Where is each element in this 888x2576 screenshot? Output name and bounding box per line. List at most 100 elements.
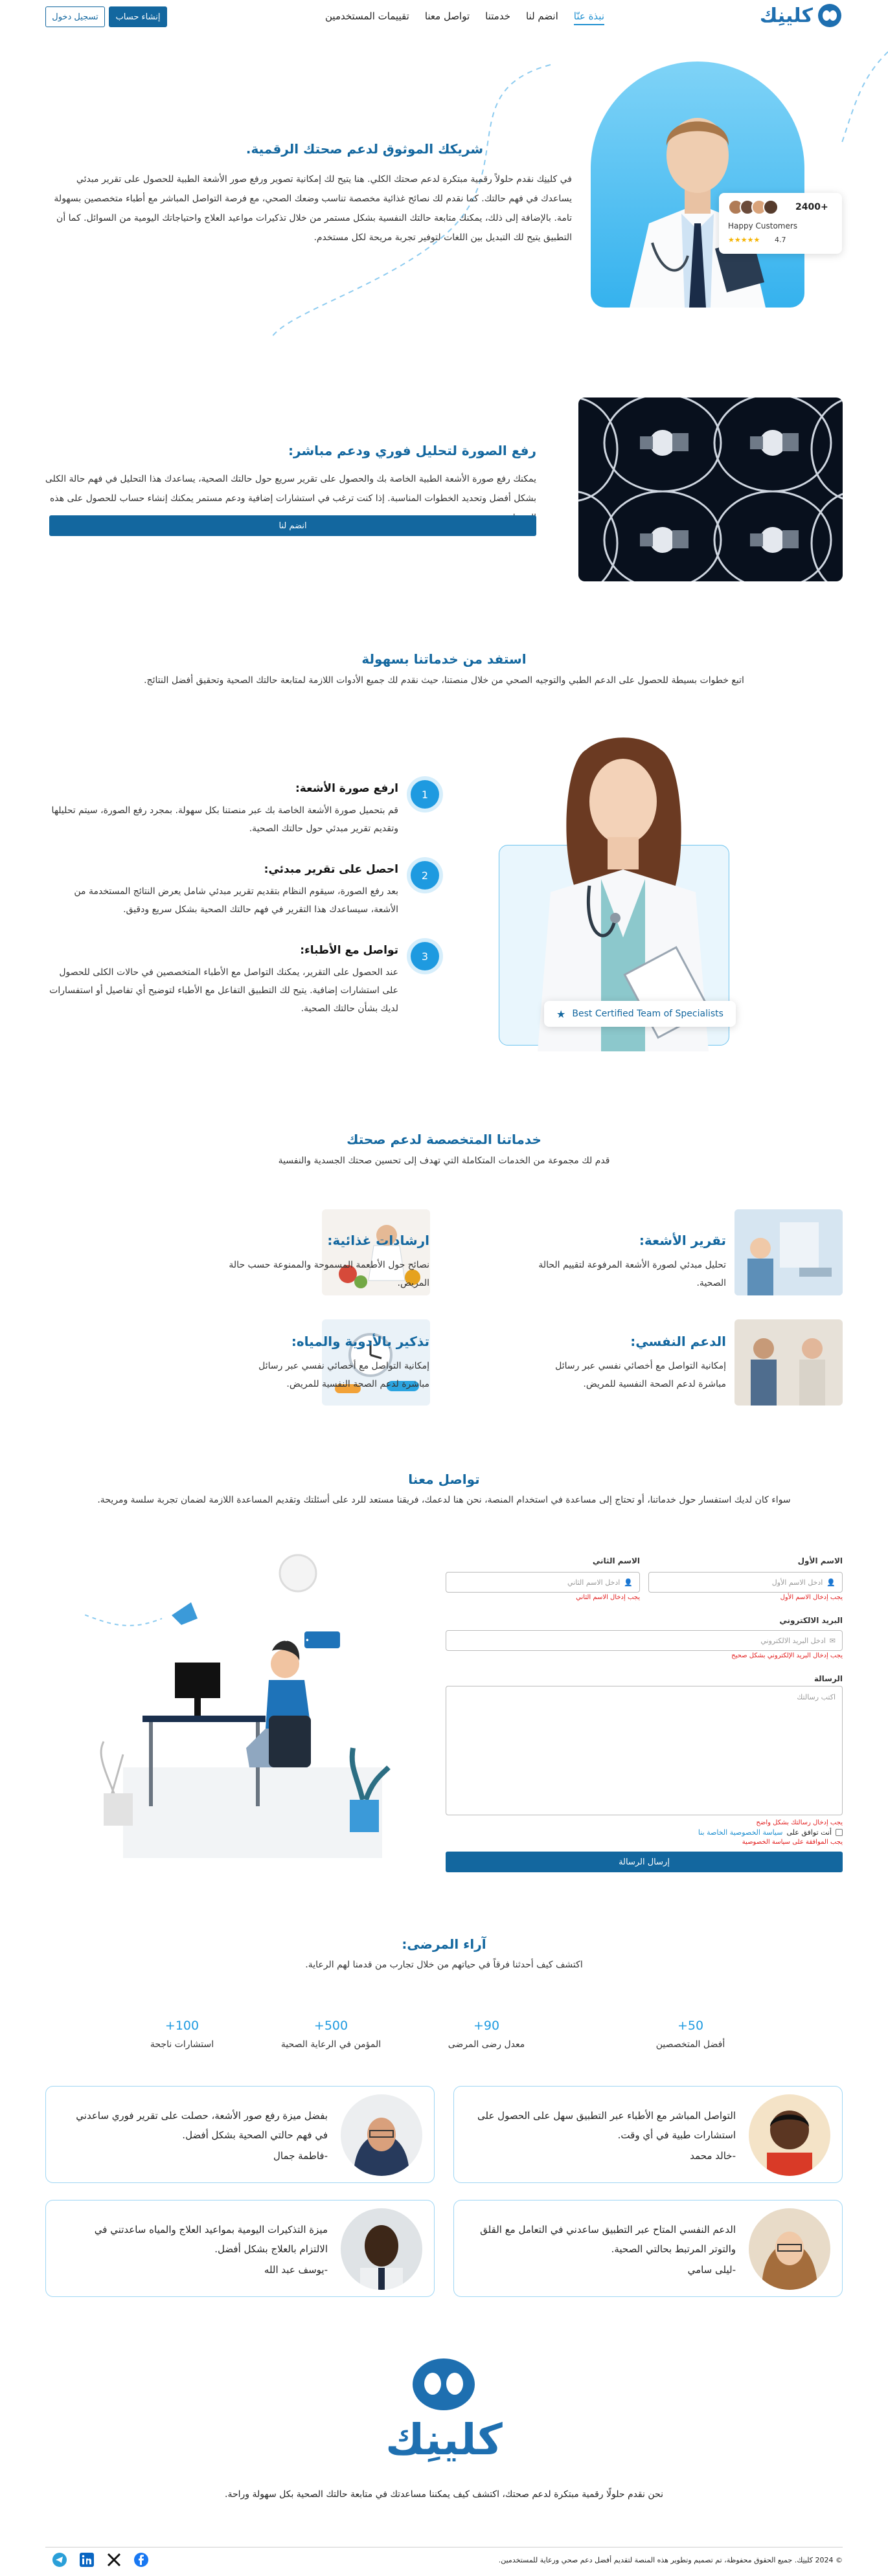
contact-title: تواصل معنا [408, 1472, 480, 1487]
badge-rating: 4.7 [775, 236, 786, 244]
nav-reviews[interactable]: تقييمات المستخدمين [325, 10, 409, 25]
contact-subtitle: سواء كان لديك استفسار حول خدماتنا، أو تح… [97, 1495, 791, 1505]
message-label: الرسالة [814, 1674, 843, 1683]
testimonial-card: ميزة التذكيرات اليومية بمواعيد العلاج وا… [45, 2200, 435, 2297]
testimonial-quote: الدعم النفسي المتاح عبر التطبيق ساعدني ف… [480, 2224, 736, 2255]
testimonial-name: -خالد محمد [690, 2150, 736, 2162]
xray-service-image [734, 1209, 843, 1295]
step-1-body: قم بتحميل صورة الأشعة الخاصة بك عبر منصت… [51, 805, 398, 834]
email-error: يجب إدخال البريد الإلكتروني بشكل صحيح [731, 1652, 843, 1659]
office-illustration: • • • • [77, 1554, 391, 1858]
mri-scan-illustration [578, 398, 843, 581]
stat-item: 100+ استشارات ناجحة [150, 2019, 214, 2050]
testimonial-card: الدعم النفسي المتاح عبر التطبيق ساعدني ف… [453, 2200, 843, 2297]
testimonial-card: بفضل ميزة رفع صور الأشعة، حصلت على تقرير… [45, 2086, 435, 2183]
step-1-title: ارفع صورة الأشعة: [295, 782, 398, 795]
logo-text: كلينِك [759, 4, 813, 27]
service-nutrition-title: ارشادات غذائية: [327, 1233, 429, 1248]
steps-subtitle: اتبع خطوات بسيطة للحصول على الدعم الطبي … [144, 675, 744, 686]
avatar [749, 2208, 830, 2290]
nav-about[interactable]: نبذة عنّا [573, 10, 604, 25]
stat-item: 90+ معدل رضى المرضى [448, 2019, 525, 2050]
service-psych-title: الدعم النفسي: [630, 1334, 726, 1349]
testimonial-name: -ليلى سامي [687, 2264, 736, 2276]
email-field[interactable]: ✉ ادخل البريد الالكتروني [446, 1630, 843, 1651]
nav-services[interactable]: خدمتنا [485, 10, 510, 25]
footer-logo-text: كلينِك [385, 2415, 503, 2465]
step-1-number: 1 [411, 780, 439, 809]
step-3-number: 3 [411, 942, 439, 970]
nav-join[interactable]: انضم لنا [526, 10, 558, 25]
upload-title: رفع الصورة لتحليل فوري ودعم مباشر: [288, 443, 536, 458]
privacy-link[interactable]: سياسة الخصوصية الخاصة بنا [698, 1828, 783, 1837]
step-2-number: 2 [411, 861, 439, 890]
join-us-button[interactable]: انضم لنا [49, 515, 536, 536]
privacy-checkbox[interactable] [836, 1829, 843, 1836]
service-psych-body: إمكانية التواصل مع أخصائي نفسي عبر رسائل… [555, 1361, 726, 1389]
customer-avatars [728, 199, 779, 215]
user-icon: 👤 [624, 1578, 633, 1587]
message-field[interactable]: اكتب رسالتك [446, 1686, 843, 1815]
testimonial-name: -فاطمة جمال [273, 2150, 328, 2162]
footer-tagline: نحن نقدم حلولًا رقمية مبتكرة لدعم صحتك، … [225, 2489, 663, 2500]
footer-divider [45, 2547, 843, 2548]
hero-title: شريكك الموثوق لدعم صحتك الرقمية. [245, 141, 483, 157]
first-name-error: يجب إدخال الاسم الأول [780, 1594, 843, 1601]
footer-logo-icon [413, 2358, 475, 2410]
privacy-agreement: أنت توافق على سياسة الخصوصية الخاصة بنا [698, 1828, 843, 1837]
services-subtitle: قدم لك مجموعة من الخدمات المتكاملة التي … [278, 1156, 610, 1166]
specialist-label: Best Certified Team of Specialists [572, 1009, 723, 1019]
testimonial-card: التواصل المباشر مع الأطباء عبر التطبيق س… [453, 2086, 843, 2183]
badge-label: Happy Customers [728, 221, 798, 230]
stat-item: 500+ المؤمن في الرعاية الصحية [280, 2019, 381, 2050]
services-title: خدماتنا المتخصصة لدعم صحتك [347, 1132, 541, 1147]
signup-button[interactable]: إنشاء حساب [109, 6, 167, 27]
hero-doctor-image [591, 62, 804, 308]
doctor-illustration [630, 118, 766, 308]
avatar [749, 2094, 830, 2176]
email-label: البريد الالكتروني [779, 1616, 843, 1625]
avatar [341, 2208, 422, 2290]
user-icon: 👤 [826, 1578, 836, 1587]
hero-body: في كلينِك نقدم حلولاً رقمية مبتكرة لدعم … [54, 174, 572, 243]
first-name-label: الاسم الأول [797, 1556, 843, 1565]
service-nutrition-body: نصائح حول الأطعمة المسموحة والممنوعة حسب… [229, 1260, 429, 1288]
avatar [341, 2094, 422, 2176]
reviews-title: آراء المرضى: [402, 1936, 486, 1952]
mri-scan-image [578, 398, 843, 581]
svg-text:• • • •: • • • • [284, 1636, 310, 1645]
logo-icon [818, 4, 841, 27]
header-logo[interactable]: كلينِك [760, 4, 841, 27]
testimonial-quote: التواصل المباشر مع الأطباء عبر التطبيق س… [477, 2110, 736, 2141]
submit-message-button[interactable]: إرسال الرسالة [446, 1852, 843, 1872]
nav-contact[interactable]: تواصل معنا [425, 10, 470, 25]
agree-error: يجب الموافقة على سياسة الخصوصية [742, 1839, 843, 1846]
rating-stars-icon: ★★★★★ [728, 236, 760, 244]
last-name-field[interactable]: 👤 ادخل الاسم الثاني [446, 1572, 640, 1593]
step-2-title: احصل على تقرير مبدئي: [264, 863, 398, 876]
psych-service-image [734, 1319, 843, 1406]
telegram-icon[interactable] [52, 2552, 67, 2568]
footer-copyright: © 2024 كلينِك. جميع الحقوق محفوظة، تم تص… [498, 2556, 843, 2564]
first-name-field[interactable]: 👤 ادخل الاسم الأول [648, 1572, 843, 1593]
stat-item: 50+ أفضل المتخصصين [655, 2019, 725, 2050]
service-xray-title: تقرير الأشعة: [639, 1233, 726, 1248]
last-name-error: يجب إدخال الاسم الثاني [576, 1594, 640, 1601]
testimonial-quote: ميزة التذكيرات اليومية بمواعيد العلاج وا… [94, 2224, 328, 2255]
reviews-subtitle: اكتشف كيف أحدثنا فرقاً في حياتهم من خلال… [305, 1960, 583, 1970]
facebook-icon[interactable] [133, 2552, 149, 2568]
agree-prefix: أنت توافق على [786, 1828, 832, 1837]
last-name-label: الاسم الثاني [592, 1556, 640, 1565]
service-meds-title: تذكير بالأدوية والمياه: [291, 1334, 429, 1349]
service-xray-body: تحليل مبدئي لصورة الأشعة المرفوعة لتقييم… [538, 1260, 726, 1288]
step-3-title: تواصل مع الأطباء: [300, 944, 398, 957]
step-2-body: بعد رفع الصورة، سيقوم النظام بتقديم تقري… [74, 886, 398, 915]
login-button[interactable]: تسجيل دخول [45, 6, 105, 27]
happy-customers-badge: 2400+ Happy Customers ★★★★★ 4.7 [719, 193, 842, 254]
service-meds-body: إمكانية التواصل مع أخصائي نفسي عبر رسائل… [258, 1361, 429, 1389]
specialist-badge: ★ Best Certified Team of Specialists [544, 1001, 736, 1027]
x-icon[interactable] [106, 2552, 122, 2568]
linkedin-icon[interactable] [79, 2552, 95, 2568]
main-nav: نبذة عنّا انضم لنا خدمتنا تواصل معنا تقي… [325, 10, 604, 25]
social-links [52, 2552, 149, 2568]
